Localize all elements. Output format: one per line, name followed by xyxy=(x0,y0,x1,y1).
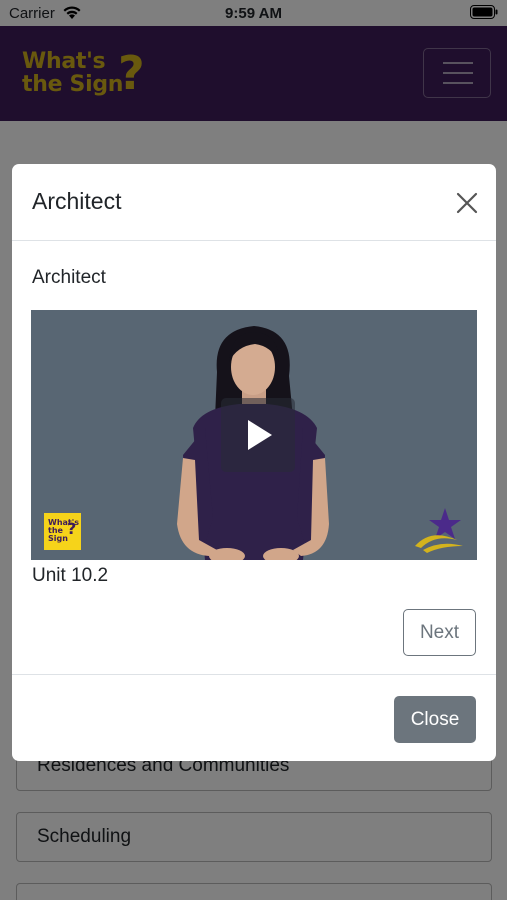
modal-header: Architect xyxy=(12,164,496,241)
modal-title: Architect xyxy=(32,188,122,214)
sign-modal: Architect Architect What's the Sign ? Un… xyxy=(12,164,496,761)
sign-word: Architect xyxy=(32,267,106,288)
unit-label: Unit 10.2 xyxy=(32,565,109,586)
video-logo-mark: ? xyxy=(67,519,77,538)
close-icon xyxy=(456,192,478,214)
sign-video[interactable]: What's the Sign ? xyxy=(31,310,477,560)
modal-footer: Close xyxy=(12,674,496,761)
star-swoosh-logo xyxy=(415,508,463,553)
modal-body: Architect What's the Sign ? Unit 10.2 Ne… xyxy=(12,242,496,674)
next-button[interactable]: Next xyxy=(403,609,476,656)
modal-close-x-button[interactable] xyxy=(452,188,482,218)
play-icon xyxy=(248,420,272,450)
video-logo-line-3: Sign xyxy=(48,534,68,543)
video-play-button[interactable] xyxy=(221,398,295,472)
close-button[interactable]: Close xyxy=(394,696,476,743)
video-watermark-logo: What's the Sign ? xyxy=(44,513,81,550)
